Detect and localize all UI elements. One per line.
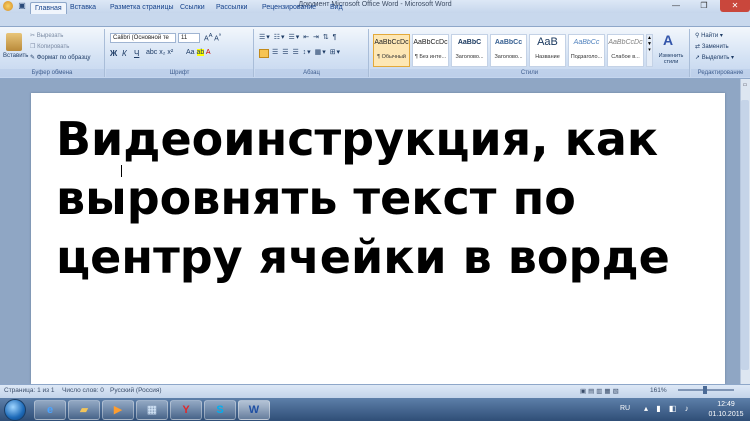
- style-preview: AaBbCc: [573, 39, 600, 46]
- find-button[interactable]: ⚲ Найти ▾: [695, 32, 723, 39]
- style-name: Заголово...: [455, 54, 484, 60]
- scrollbar-thumb[interactable]: [741, 100, 749, 370]
- clock-date[interactable]: 01.10.2015: [706, 411, 746, 418]
- skype-icon[interactable]: S: [204, 400, 236, 420]
- style-preview: AaBbCcDc: [413, 39, 448, 46]
- word-taskbar-icon[interactable]: W: [238, 400, 270, 420]
- close-button[interactable]: ✕: [720, 0, 750, 12]
- tab-review[interactable]: Рецензирование: [258, 2, 320, 14]
- binoculars-icon: ⚲: [695, 33, 700, 39]
- font-group: Calibri (Основной те 11 AA Aᵃ Ж К Ч abc …: [106, 29, 254, 77]
- font-group-label: Шрифт: [106, 69, 253, 77]
- replace-icon: ⇄: [695, 44, 701, 50]
- paragraph-group-label: Абзац: [255, 69, 368, 77]
- language-status[interactable]: Русский (Россия): [110, 387, 162, 394]
- align-left-icon[interactable]: [259, 49, 269, 58]
- clock-time[interactable]: 12:49: [706, 401, 746, 408]
- font-name-combo[interactable]: Calibri (Основной те: [110, 33, 176, 43]
- styles-group-label: Стили: [370, 69, 689, 77]
- text-cursor: [121, 165, 122, 177]
- brush-icon: ✎: [30, 55, 36, 61]
- text-color-icon[interactable]: Aa ab A: [186, 49, 211, 56]
- style-title[interactable]: AaB Название: [529, 34, 566, 67]
- start-button[interactable]: [4, 399, 26, 421]
- maximize-button[interactable]: ❐: [690, 0, 718, 12]
- style-name: Заголово...: [494, 54, 523, 60]
- select-label: Выделить: [701, 55, 730, 61]
- tray-icons[interactable]: ▴ ▮ ◧ ♪: [644, 404, 692, 413]
- styles-group: AaBbCcDc ¶ Обычный AaBbCcDc ¶ Без инте..…: [370, 29, 690, 77]
- font-size-combo[interactable]: 11: [178, 33, 200, 43]
- find-label: Найти: [701, 33, 719, 39]
- yandex-browser-icon[interactable]: Y: [170, 400, 202, 420]
- grow-font-icon[interactable]: AA Aᵃ: [204, 33, 221, 42]
- document-text[interactable]: Видеоинструкция, как выровнять текст по …: [56, 110, 696, 287]
- style-heading-1[interactable]: AaBbC Заголово...: [451, 34, 488, 67]
- scissors-icon: ✂: [30, 33, 36, 39]
- style-heading-2[interactable]: AaBbCc Заголово...: [490, 34, 527, 67]
- word-count[interactable]: Число слов: 0: [62, 387, 104, 394]
- editing-group-label: Редактирование: [691, 69, 750, 77]
- clipboard-group: Вставить ✂ Вырезать ❐ Копировать ✎ Форма…: [0, 29, 105, 77]
- style-preview: AaBbC: [457, 39, 482, 46]
- style-name: ¶ Обычный: [377, 54, 406, 60]
- cut-button[interactable]: ✂ Вырезать: [30, 32, 63, 39]
- style-preview: AaBbCc: [494, 39, 523, 46]
- replace-label: Заменить: [701, 44, 729, 50]
- style-name: Подзаголо...: [570, 54, 603, 60]
- italic-button[interactable]: К: [122, 49, 127, 58]
- tab-references[interactable]: Ссылки: [176, 2, 209, 14]
- copy-button[interactable]: ❐ Копировать: [30, 43, 69, 50]
- page-count[interactable]: Страница: 1 из 1: [4, 387, 55, 394]
- cursor-icon: ➚: [695, 55, 701, 61]
- copy-icon: ❐: [30, 44, 36, 50]
- tab-mailings[interactable]: Рассылки: [212, 2, 251, 14]
- style-preview: AaBbCcDc: [608, 39, 643, 46]
- underline-button[interactable]: Ч: [134, 49, 139, 58]
- tab-home[interactable]: Главная: [30, 2, 67, 14]
- clipboard-group-label: Буфер обмена: [0, 69, 104, 77]
- paste-icon[interactable]: [6, 33, 22, 51]
- select-button[interactable]: ➚ Выделить ▾: [695, 54, 734, 61]
- strikethrough-icon[interactable]: abc x₂ x²: [146, 49, 173, 56]
- bold-button[interactable]: Ж: [110, 49, 117, 58]
- paragraph-group: ☰▾ ☷▾ ☰▾ ⇤ ⇥ ⇅ ¶ ☰ ☰ ☰ ↕▾ ▦▾ ⊞▾ Абзац: [255, 29, 369, 77]
- language-indicator[interactable]: RU: [620, 405, 630, 412]
- style-preview: AaBbCcDc: [374, 39, 409, 46]
- change-styles-icon[interactable]: A: [663, 32, 673, 48]
- cut-label: Вырезать: [36, 33, 64, 39]
- editing-group: ⚲ Найти ▾ ⇄ Заменить ➚ Выделить ▾ Редакт…: [691, 29, 750, 77]
- copy-label: Копировать: [37, 44, 70, 50]
- tab-insert[interactable]: Вставка: [66, 2, 100, 14]
- ribbon: Вставить ✂ Вырезать ❐ Копировать ✎ Форма…: [0, 27, 750, 79]
- ruler-toggle-icon[interactable]: ▭: [742, 82, 748, 90]
- style-name: ¶ Без инте...: [414, 54, 447, 60]
- format-painter-label: Формат по образцу: [36, 55, 91, 61]
- style-name: Название: [535, 54, 560, 60]
- explorer-icon[interactable]: ▰: [68, 400, 100, 420]
- replace-button[interactable]: ⇄ Заменить: [695, 43, 729, 50]
- minimize-button[interactable]: —: [662, 0, 690, 12]
- ie-icon[interactable]: e: [34, 400, 66, 420]
- paste-button[interactable]: Вставить: [3, 53, 28, 59]
- style-no-spacing[interactable]: AaBbCcDc ¶ Без инте...: [412, 34, 449, 67]
- tab-page-layout[interactable]: Разметка страницы: [106, 2, 178, 14]
- zoom-level[interactable]: 161%: [650, 387, 667, 394]
- app-icon[interactable]: ▦: [136, 400, 168, 420]
- align-icons[interactable]: ☰ ☰ ☰ ↕▾ ▦▾ ⊞▾: [272, 48, 341, 56]
- media-player-icon[interactable]: ▶: [102, 400, 134, 420]
- ribbon-tabs: [0, 13, 750, 27]
- zoom-slider-knob[interactable]: [703, 386, 707, 394]
- tab-view[interactable]: Вид: [326, 2, 347, 14]
- style-normal[interactable]: AaBbCcDc ¶ Обычный: [373, 34, 410, 67]
- style-subtitle[interactable]: AaBbCc Подзаголо...: [568, 34, 605, 67]
- style-name: Слабое в...: [611, 54, 640, 60]
- format-painter-button[interactable]: ✎ Формат по образцу: [30, 54, 91, 61]
- list-icons[interactable]: ☰▾ ☷▾ ☰▾ ⇤ ⇥ ⇅ ¶: [259, 33, 337, 41]
- change-styles-button[interactable]: Изменить стили: [656, 53, 686, 65]
- style-preview: AaB: [537, 36, 558, 48]
- style-subtle-emphasis[interactable]: AaBbCcDc Слабое в...: [607, 34, 644, 67]
- view-buttons-icon[interactable]: ▣▤▥▦▧: [580, 387, 621, 395]
- styles-scroll-icon[interactable]: ▲ ▼ ▾: [646, 34, 653, 67]
